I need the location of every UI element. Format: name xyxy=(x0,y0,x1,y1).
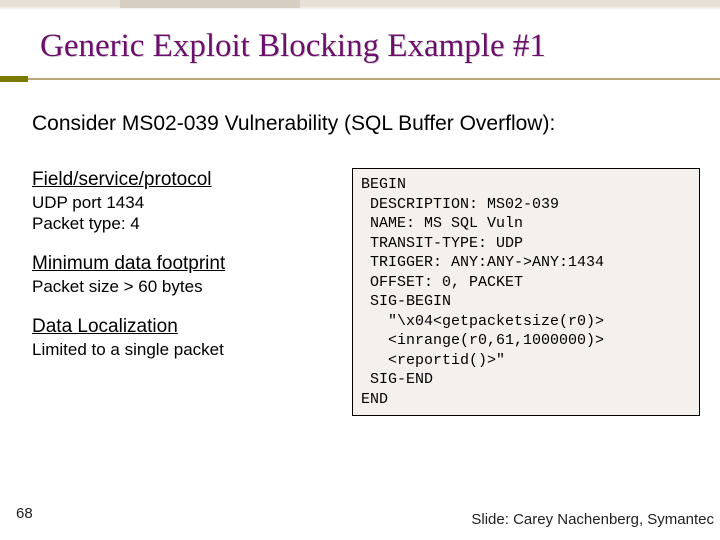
slide-title: Generic Exploit Blocking Example #1 xyxy=(40,28,546,71)
section-head-field: Field/service/protocol xyxy=(32,168,332,192)
section-body-footprint: Packet size > 60 bytes xyxy=(32,276,332,297)
intro-text: Consider MS02-039 Vulnerability (SQL Buf… xyxy=(32,112,555,136)
localization-line1: Limited to a single packet xyxy=(32,339,332,360)
left-column: Field/service/protocol UDP port 1434 Pac… xyxy=(32,168,332,378)
section-body-field: UDP port 1434 Packet type: 4 xyxy=(32,192,332,235)
code-block: BEGIN DESCRIPTION: MS02-039 NAME: MS SQL… xyxy=(352,168,700,416)
section-head-footprint: Minimum data footprint xyxy=(32,252,332,276)
section-head-localization: Data Localization xyxy=(32,315,332,339)
footprint-line1: Packet size > 60 bytes xyxy=(32,276,332,297)
page-number: 68 xyxy=(16,505,33,522)
field-line2: Packet type: 4 xyxy=(32,213,332,234)
field-line1: UDP port 1434 xyxy=(32,192,332,213)
top-decoration xyxy=(0,0,720,10)
slide-credit: Slide: Carey Nachenberg, Symantec xyxy=(471,511,714,528)
title-rule xyxy=(0,76,720,82)
section-body-localization: Limited to a single packet xyxy=(32,339,332,360)
